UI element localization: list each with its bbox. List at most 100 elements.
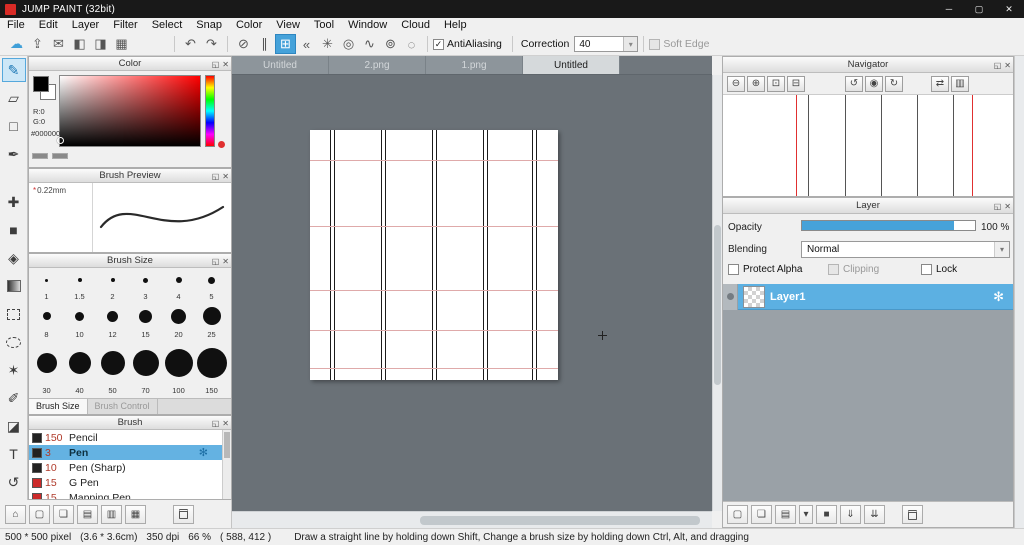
eraser-tool-button[interactable]: ▱ xyxy=(2,86,26,110)
select-eraser-tool-button[interactable]: ◪ xyxy=(2,414,26,438)
layer-visibility-toggle[interactable] xyxy=(723,283,738,310)
fit-window-button[interactable]: ⊡ xyxy=(767,75,785,92)
redo-button[interactable]: ↷ xyxy=(201,34,222,54)
menu-view[interactable]: View xyxy=(269,18,307,33)
tab-brush-control[interactable]: Brush Control xyxy=(88,399,158,414)
shape-brush-tool-button[interactable]: □ xyxy=(2,114,26,138)
soft-edge-checkbox[interactable] xyxy=(649,38,661,50)
cloud-button[interactable]: ☁ xyxy=(6,34,27,54)
bucket-tool-button[interactable]: ◈ xyxy=(2,246,26,270)
layer-settings-gear-icon[interactable]: ✻ xyxy=(993,289,1004,305)
menu-file[interactable]: File xyxy=(0,18,32,33)
close-icon[interactable]: ✕ xyxy=(1004,199,1011,214)
doc-tab-untitled-1[interactable]: Untitled xyxy=(232,56,329,74)
pan-rotate-tool-button[interactable]: ↺ xyxy=(2,470,26,494)
doc-tab-2png[interactable]: 2.png xyxy=(329,56,426,74)
close-icon[interactable]: ✕ xyxy=(222,417,229,430)
brush-size-option[interactable]: 25 xyxy=(195,302,228,340)
canvas-viewport[interactable] xyxy=(232,75,712,511)
popout-icon[interactable]: ◱ xyxy=(212,170,220,183)
close-icon[interactable]: ✕ xyxy=(222,58,229,71)
panel-left-button[interactable]: ◧ xyxy=(69,34,90,54)
actual-size-button[interactable]: ⊟ xyxy=(787,75,805,92)
brush-folder-button[interactable]: ▤ xyxy=(77,504,98,524)
brush-size-option[interactable]: 30 xyxy=(30,340,63,396)
menu-window[interactable]: Window xyxy=(341,18,394,33)
layer-row-layer1[interactable]: Layer1 ✻ xyxy=(723,283,1013,310)
hue-slider[interactable] xyxy=(205,75,215,147)
brush-size-option[interactable]: 70 xyxy=(129,340,162,396)
magic-wand-tool-button[interactable]: ✶ xyxy=(2,358,26,382)
menu-tool[interactable]: Tool xyxy=(307,18,341,33)
brush-size-option[interactable]: 10 xyxy=(63,302,96,340)
close-icon[interactable]: ✕ xyxy=(222,255,229,268)
hue-marker[interactable] xyxy=(218,141,225,148)
brush-size-option[interactable]: 5 xyxy=(195,268,228,302)
close-button[interactable]: ✕ xyxy=(994,0,1024,18)
duplicate-layer-button[interactable]: ❏ xyxy=(751,505,772,524)
correction-select[interactable]: 40 ▾ xyxy=(574,36,639,52)
mini-slider[interactable] xyxy=(52,153,68,159)
menu-select[interactable]: Select xyxy=(145,18,190,33)
brush-size-option[interactable]: 2 xyxy=(96,268,129,302)
lasso-tool-button[interactable] xyxy=(2,330,26,354)
close-icon[interactable]: ✕ xyxy=(222,170,229,183)
snap-grid-button[interactable]: ⊞ xyxy=(275,34,296,54)
menu-help[interactable]: Help xyxy=(437,18,474,33)
brush-list-scrollbar[interactable] xyxy=(222,430,231,499)
snap-guide-button[interactable]: ⊚ xyxy=(380,34,401,54)
brush-panel-button[interactable]: ▦ xyxy=(125,504,146,524)
menu-cloud[interactable]: Cloud xyxy=(394,18,437,33)
brush-size-option[interactable]: 40 xyxy=(63,340,96,396)
zoom-in-button[interactable]: ⊕ xyxy=(747,75,765,92)
transfer-layer-button[interactable]: ⇓ xyxy=(840,505,861,524)
brush-item-g-pen[interactable]: 15 G Pen xyxy=(29,475,222,490)
popout-icon[interactable]: ◱ xyxy=(212,58,220,71)
brush-size-option[interactable]: 1.5 xyxy=(63,268,96,302)
menu-color[interactable]: Color xyxy=(229,18,269,33)
popout-icon[interactable]: ◱ xyxy=(212,417,220,430)
new-layer-button[interactable]: ▢ xyxy=(727,505,748,524)
vertical-scroll-thumb[interactable] xyxy=(714,225,721,385)
snap-concentric-button[interactable]: ◎ xyxy=(338,34,359,54)
reset-view-button[interactable]: ◉ xyxy=(865,75,883,92)
brush-size-option[interactable]: 20 xyxy=(162,302,195,340)
brush-settings-gear-icon[interactable]: ✻ xyxy=(199,446,208,459)
select-rect-tool-button[interactable] xyxy=(2,302,26,326)
tab-brush-size[interactable]: Brush Size xyxy=(29,399,88,414)
vertical-scrollbar[interactable] xyxy=(712,75,722,511)
brush-size-option[interactable]: 1 xyxy=(30,268,63,302)
layer-menu-button[interactable]: ▾ xyxy=(799,505,813,524)
canvas[interactable] xyxy=(310,130,558,380)
brush-item-pen-sharp[interactable]: 10 Pen (Sharp) xyxy=(29,460,222,475)
merge-layer-button[interactable]: ⇊ xyxy=(864,505,885,524)
snap-off-button[interactable]: ⊘ xyxy=(233,34,254,54)
comment-button[interactable]: ✉ xyxy=(48,34,69,54)
pixel-grid-button[interactable]: ▥ xyxy=(951,75,969,92)
brush-size-option[interactable]: 8 xyxy=(30,302,63,340)
brush-size-option[interactable]: 4 xyxy=(162,268,195,302)
add-brush-button[interactable]: ▢ xyxy=(29,504,50,524)
horizontal-scrollbar[interactable] xyxy=(232,511,712,528)
antialiasing-checkbox[interactable]: ✓ xyxy=(433,38,444,50)
brush-size-option[interactable]: 150 xyxy=(195,340,228,396)
select-pen-tool-button[interactable]: ✐ xyxy=(2,386,26,410)
mini-slider[interactable] xyxy=(32,153,48,159)
navigator-preview[interactable] xyxy=(723,95,1013,196)
delete-layer-button[interactable] xyxy=(902,505,923,524)
menu-edit[interactable]: Edit xyxy=(32,18,65,33)
rotate-left-button[interactable]: ↺ xyxy=(845,75,863,92)
blending-select[interactable]: Normal ▾ xyxy=(801,241,1010,258)
brush-size-option[interactable]: 50 xyxy=(96,340,129,396)
brush-item-pencil[interactable]: 150 Pencil xyxy=(29,430,222,445)
snap-vanishing-point-button[interactable]: « xyxy=(296,34,317,54)
snap-cross-button[interactable]: ✳ xyxy=(317,34,338,54)
popout-icon[interactable]: ◱ xyxy=(994,199,1002,214)
duplicate-brush-button[interactable]: ❏ xyxy=(53,504,74,524)
flip-horizontal-button[interactable]: ⇄ xyxy=(931,75,949,92)
brush-size-option[interactable]: 100 xyxy=(162,340,195,396)
zoom-out-button[interactable]: ⊖ xyxy=(727,75,745,92)
popout-icon[interactable]: ◱ xyxy=(994,58,1002,73)
undo-button[interactable]: ↶ xyxy=(180,34,201,54)
snap-parallel-button[interactable]: ∥ xyxy=(254,34,275,54)
